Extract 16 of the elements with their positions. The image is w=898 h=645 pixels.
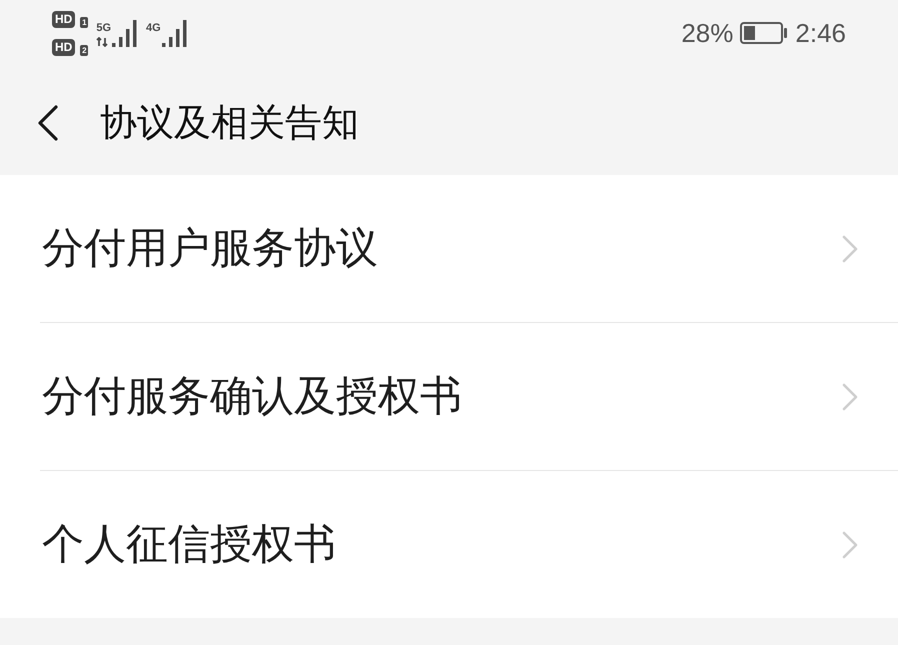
hd-badge: HD	[52, 10, 76, 28]
network-type-label: 4G	[146, 22, 161, 34]
sim-slot-badge: 1	[80, 16, 88, 28]
chevron-right-icon	[842, 382, 858, 410]
hd-badge: HD	[52, 38, 76, 56]
battery-percent: 28%	[681, 18, 734, 48]
back-chevron-icon	[37, 105, 59, 141]
battery-icon	[740, 22, 788, 44]
signal-bars-icon	[112, 20, 138, 46]
network-type-label: 5G	[96, 22, 112, 34]
sim-slot-badge: 2	[80, 44, 88, 56]
chevron-right-icon	[842, 530, 858, 558]
signal-bars-icon	[162, 20, 188, 46]
page-title: 协议及相关告知	[100, 100, 359, 146]
clock-time: 2:46	[795, 18, 846, 48]
chevron-right-icon	[842, 234, 858, 262]
